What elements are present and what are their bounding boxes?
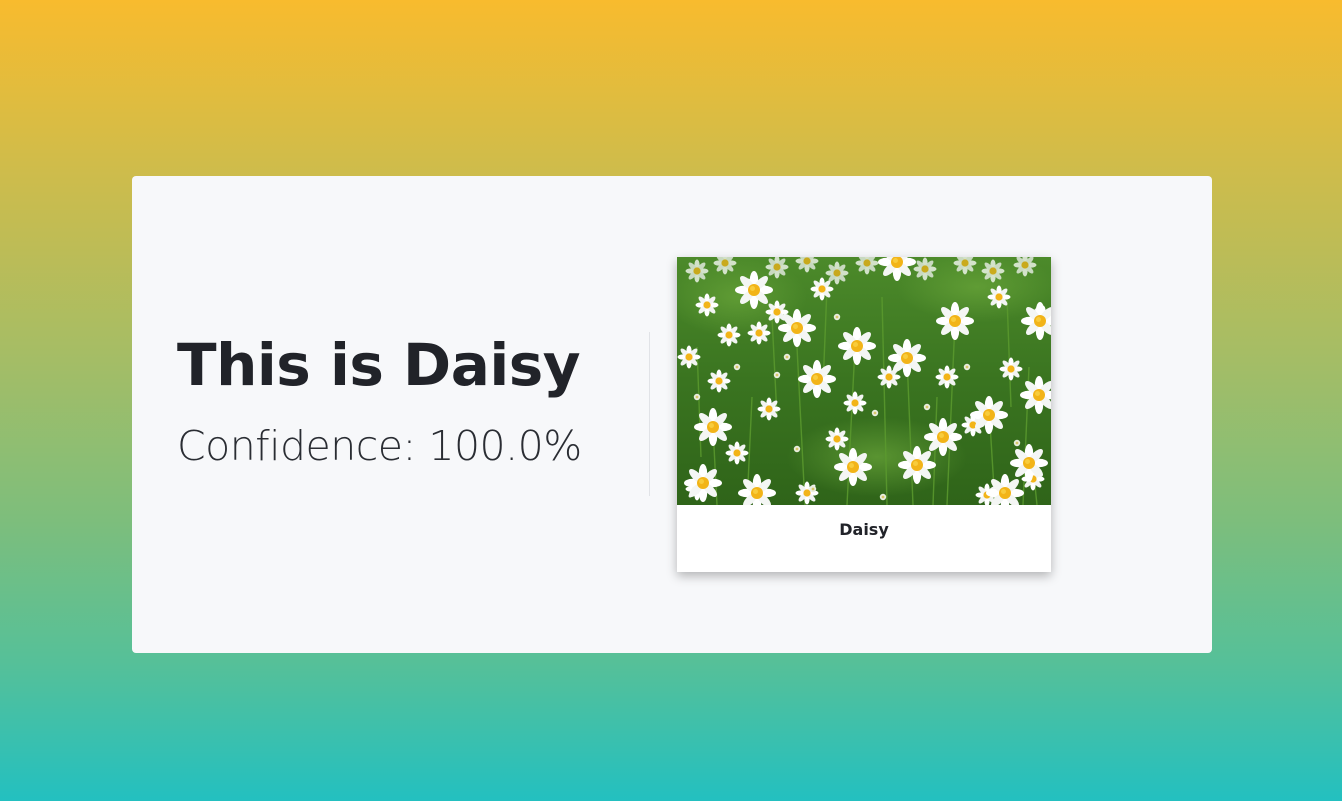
flower-card: Daisy — [677, 257, 1051, 572]
prediction-title: This is Daisy — [177, 331, 581, 399]
card-caption: Daisy — [839, 520, 889, 539]
confidence-text: Confidence: 100.0% — [177, 422, 582, 470]
vertical-divider — [649, 332, 650, 496]
result-panel: This is Daisy Confidence: 100.0% Daisy — [132, 176, 1212, 653]
daisy-photo — [677, 257, 1051, 505]
